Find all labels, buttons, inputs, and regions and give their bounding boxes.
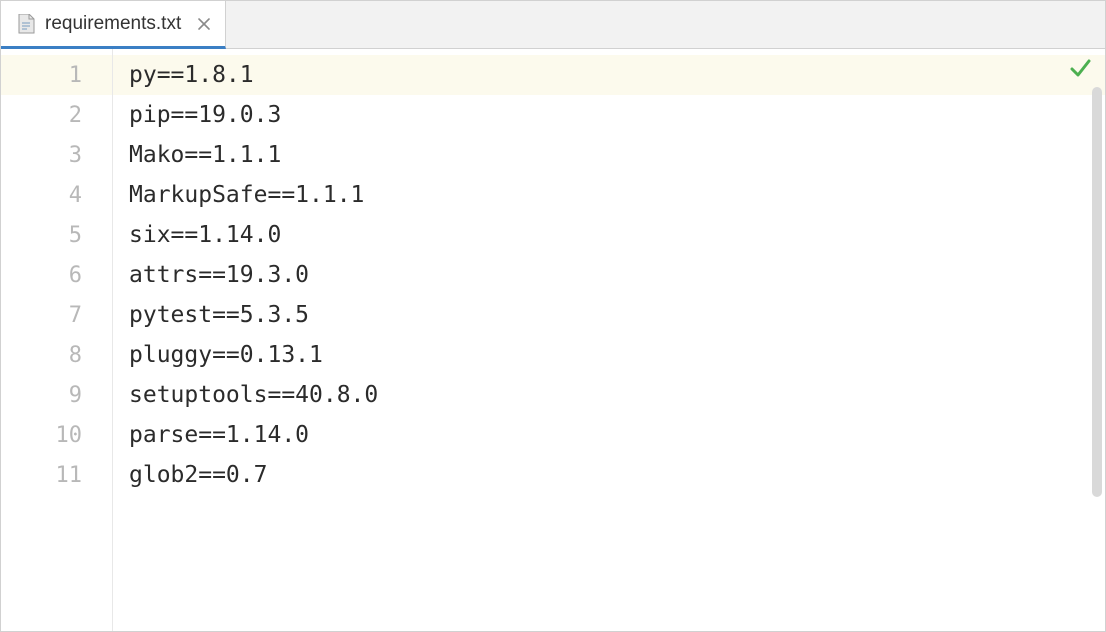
tab-bar: requirements.txt: [1, 1, 1105, 49]
code-line: pip==19.0.3: [113, 95, 1105, 135]
code-line: pytest==5.3.5: [113, 295, 1105, 335]
code-line: pluggy==0.13.1: [113, 335, 1105, 375]
line-number: 11: [1, 455, 112, 495]
code-line: attrs==19.3.0: [113, 255, 1105, 295]
tab-active[interactable]: requirements.txt: [1, 1, 226, 49]
code-line: six==1.14.0: [113, 215, 1105, 255]
line-number: 1: [1, 55, 112, 95]
line-number: 7: [1, 295, 112, 335]
inspection-ok-icon[interactable]: [1069, 57, 1091, 79]
close-icon[interactable]: [197, 17, 211, 31]
vertical-scrollbar[interactable]: [1092, 87, 1102, 497]
code-line: MarkupSafe==1.1.1: [113, 175, 1105, 215]
line-number: 2: [1, 95, 112, 135]
code-line: py==1.8.1: [113, 55, 1105, 95]
line-number: 6: [1, 255, 112, 295]
line-number: 4: [1, 175, 112, 215]
line-number: 10: [1, 415, 112, 455]
code-line: setuptools==40.8.0: [113, 375, 1105, 415]
code-line: glob2==0.7: [113, 455, 1105, 495]
line-number-gutter: 1 2 3 4 5 6 7 8 9 10 11: [1, 49, 113, 631]
editor-area: 1 2 3 4 5 6 7 8 9 10 11 py==1.8.1 pip==1…: [1, 49, 1105, 631]
code-area[interactable]: py==1.8.1 pip==19.0.3 Mako==1.1.1 Markup…: [113, 49, 1105, 631]
line-number: 8: [1, 335, 112, 375]
line-number: 5: [1, 215, 112, 255]
line-number: 9: [1, 375, 112, 415]
code-line: parse==1.14.0: [113, 415, 1105, 455]
code-line: Mako==1.1.1: [113, 135, 1105, 175]
text-file-icon: [17, 14, 35, 34]
tab-label: requirements.txt: [45, 13, 181, 35]
line-number: 3: [1, 135, 112, 175]
